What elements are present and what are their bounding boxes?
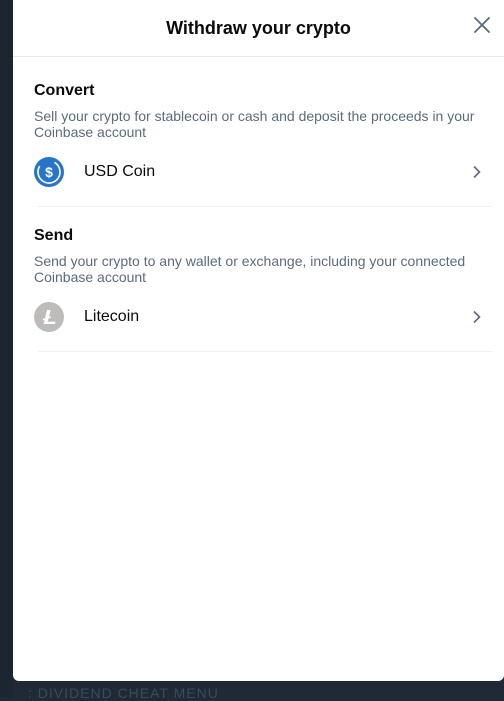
usd-coin-option[interactable]: $ USD Coin xyxy=(34,142,483,202)
close-icon xyxy=(474,17,490,33)
option-label-usd-coin: USD Coin xyxy=(84,163,156,180)
svg-text:$: $ xyxy=(45,164,53,180)
modal-header: Withdraw your crypto xyxy=(13,0,504,57)
section-title-convert: Convert xyxy=(34,82,95,99)
litecoin-icon xyxy=(34,302,64,332)
withdraw-modal: Withdraw your crypto Convert Sell your c… xyxy=(13,0,504,681)
option-label-litecoin: Litecoin xyxy=(84,308,140,325)
divider xyxy=(38,351,492,352)
usdc-icon: $ xyxy=(34,157,64,187)
chevron-right-icon xyxy=(471,165,483,179)
send-section: Send Send your crypto to any wallet or e… xyxy=(13,207,504,352)
section-description-convert: Sell your crypto for stablecoin or cash … xyxy=(34,108,475,140)
section-title-send: Send xyxy=(34,227,74,244)
chevron-right-icon xyxy=(471,310,483,324)
close-button[interactable] xyxy=(470,13,494,37)
modal-title: Withdraw your crypto xyxy=(166,17,351,38)
section-description-send: Send your crypto to any wallet or exchan… xyxy=(34,253,466,285)
backdrop xyxy=(0,0,13,697)
backdrop-obscured-text: : DIVIDEND CHEAT MENU xyxy=(28,685,219,701)
litecoin-option[interactable]: Litecoin xyxy=(34,287,483,347)
convert-section: Convert Sell your crypto for stablecoin … xyxy=(13,57,504,207)
